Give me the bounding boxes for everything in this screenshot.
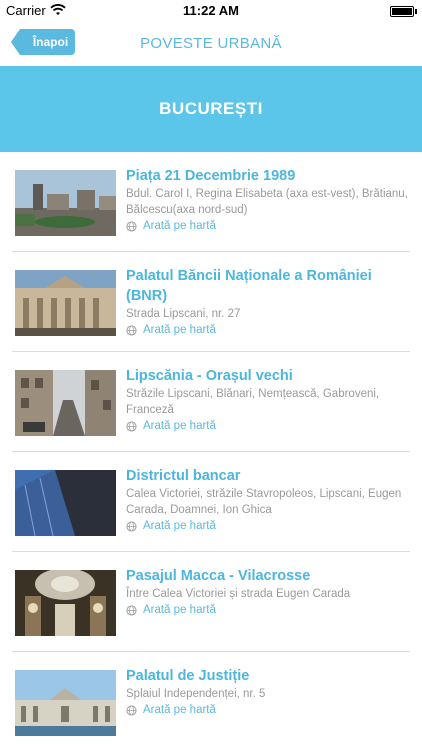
place-thumbnail <box>15 270 116 336</box>
list-item[interactable]: Palatul Băncii Naționale a României (BNR… <box>0 252 422 352</box>
place-title: Pasajul Macca - Vilacrosse <box>126 568 311 584</box>
show-on-map-label: Arată pe hartă <box>143 324 216 336</box>
places-list: Piața 21 Decembrie 1989 Bdul. Carol I, R… <box>0 152 422 752</box>
place-title: Piața 21 Decembrie 1989 <box>126 168 296 184</box>
list-item[interactable]: Districtul bancar Calea Victoriei, străz… <box>0 452 422 552</box>
clock: 11:22 AM <box>183 3 239 18</box>
place-thumbnail <box>15 370 116 436</box>
globe-icon <box>126 605 137 616</box>
place-title: Palatul Băncii Naționale a României (BNR… <box>126 268 372 304</box>
status-bar: Carrier 11:22 AM <box>0 0 422 22</box>
show-on-map-label: Arată pe hartă <box>143 604 216 616</box>
show-on-map-label: Arată pe hartă <box>143 420 216 432</box>
list-item[interactable]: Lipscănia - Orașul vechi Străzile Lipsca… <box>0 352 422 452</box>
globe-icon <box>126 421 137 432</box>
place-address: Calea Victoriei, străzile Stavropoleos, … <box>126 488 402 516</box>
show-on-map-label: Arată pe hartă <box>143 704 216 716</box>
place-thumbnail <box>15 170 116 236</box>
show-on-map-link[interactable]: Arată pe hartă <box>126 418 412 435</box>
globe-icon <box>126 521 137 532</box>
place-title: Palatul de Justiție <box>126 668 250 684</box>
place-title: Districtul bancar <box>126 468 241 484</box>
city-banner: BUCUREȘTI <box>0 66 422 152</box>
globe-icon <box>126 325 137 336</box>
show-on-map-link[interactable]: Arată pe hartă <box>126 322 412 339</box>
show-on-map-link[interactable]: Arată pe hartă <box>126 702 412 719</box>
list-item[interactable]: Piața 21 Decembrie 1989 Bdul. Carol I, R… <box>0 152 422 252</box>
place-thumbnail <box>15 470 116 536</box>
show-on-map-link[interactable]: Arată pe hartă <box>126 518 412 535</box>
place-address: Străzile Lipscani, Blănari, Nemțească, G… <box>126 388 380 416</box>
battery-icon <box>390 6 417 17</box>
globe-icon <box>126 705 137 716</box>
place-address: Splaiul Independenței, nr. 5 <box>126 688 266 700</box>
place-title: Lipscănia - Orașul vechi <box>126 368 293 384</box>
navigation-bar: Înapoi POVESTE URBANĂ <box>0 22 422 66</box>
show-on-map-label: Arată pe hartă <box>143 220 216 232</box>
globe-icon <box>126 221 137 232</box>
place-address: Între Calea Victoriei și strada Eugen Ca… <box>126 588 351 600</box>
show-on-map-link[interactable]: Arată pe hartă <box>126 218 412 235</box>
place-thumbnail <box>15 570 116 636</box>
place-address: Strada Lipscani, nr. 27 <box>126 308 241 320</box>
place-thumbnail <box>15 670 116 736</box>
place-address: Bdul. Carol I, Regina Elisabeta (axa est… <box>126 188 408 216</box>
show-on-map-label: Arată pe hartă <box>143 520 216 532</box>
nav-title: POVESTE URBANĂ <box>140 35 282 52</box>
list-item[interactable]: Pasajul Macca - Vilacrosse Între Calea V… <box>0 552 422 652</box>
show-on-map-link[interactable]: Arată pe hartă <box>126 602 412 619</box>
list-item[interactable]: Palatul de Justiție Splaiul Independențe… <box>0 652 422 752</box>
